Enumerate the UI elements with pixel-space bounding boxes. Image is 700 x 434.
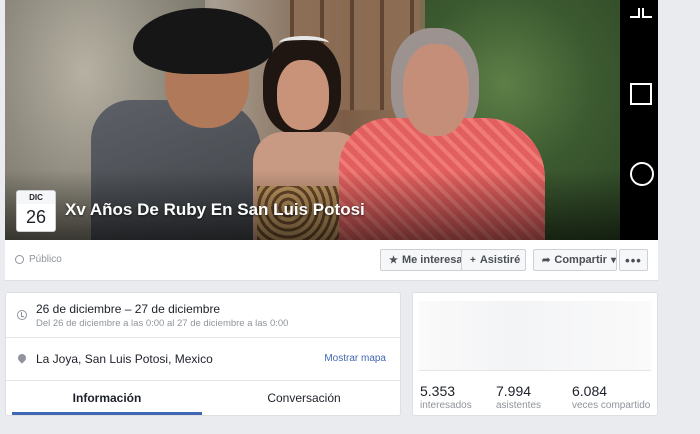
clock-icon <box>17 310 27 320</box>
event-tabs: Información Conversación <box>12 381 396 417</box>
stat-going[interactable]: 7.994 asistentes <box>496 383 541 412</box>
cover-person-hat <box>133 8 273 74</box>
event-date-badge: DIC 26 <box>16 190 56 232</box>
interested-button[interactable]: ★ Me interesa <box>380 249 463 271</box>
video-side-panel <box>620 0 658 240</box>
stat-interested[interactable]: 5.353 interesados <box>420 383 472 412</box>
event-stats-card: 5.353 interesados 7.994 asistentes 6.084… <box>412 292 658 416</box>
event-location-row: La Joya, San Luis Potosi, Mexico Mostrar… <box>6 338 400 381</box>
tab-conversation[interactable]: Conversación <box>212 381 396 415</box>
cover-person-tiara <box>279 36 329 50</box>
blurred-content <box>419 301 651 371</box>
event-location[interactable]: La Joya, San Luis Potosi, Mexico <box>36 352 213 366</box>
stat-label: asistentes <box>496 400 542 411</box>
stat-value: 6.084 <box>572 383 608 399</box>
more-options-button[interactable]: ••• <box>619 249 648 271</box>
going-label: Asistiré <box>479 254 521 266</box>
cover-person-face <box>277 60 329 130</box>
interested-label: Me interesa <box>401 254 463 266</box>
event-details-card: 26 de diciembre – 27 de diciembre Del 26… <box>5 292 401 416</box>
event-date-row: 26 de diciembre – 27 de diciembre Del 26… <box>6 293 400 338</box>
event-date-detail: Del 26 de diciembre a las 0:00 al 27 de … <box>36 318 289 329</box>
stat-label: veces compartido <box>572 400 651 411</box>
show-map-link[interactable]: Mostrar mapa <box>324 353 386 364</box>
star-icon: ★ <box>389 254 398 266</box>
share-icon: ➦ <box>542 254 551 266</box>
event-day: 26 <box>25 207 47 227</box>
stat-label: interesados <box>420 400 472 411</box>
event-action-bar: Público ★ Me interesa + Asistiré ➦ Compa… <box>5 240 658 281</box>
going-button[interactable]: + Asistiré <box>461 249 526 271</box>
event-date-range: 26 de diciembre – 27 de diciembre <box>36 302 221 316</box>
circle-icon[interactable] <box>630 162 654 186</box>
plus-icon: + <box>470 254 476 266</box>
share-button[interactable]: ➦ Compartir ▾ <box>533 249 617 271</box>
stat-value: 5.353 <box>420 383 456 399</box>
collapse-icon[interactable] <box>630 8 652 24</box>
privacy-label: Público <box>29 254 62 265</box>
tab-information[interactable]: Información <box>12 381 202 415</box>
stat-shared[interactable]: 6.084 veces compartido <box>572 383 652 412</box>
square-icon[interactable] <box>630 83 652 105</box>
event-cover-photo[interactable]: DIC 26 Xv Años De Ruby En San Luis Potos… <box>5 0 658 240</box>
share-label: Compartir <box>554 254 607 266</box>
cover-person-face <box>403 44 469 136</box>
privacy-indicator[interactable]: Público <box>15 254 62 265</box>
stat-value: 7.994 <box>496 383 532 399</box>
pin-icon <box>16 352 28 364</box>
event-title: Xv Años De Ruby En San Luis Potosi <box>65 200 365 219</box>
caret-down-icon: ▾ <box>610 254 616 266</box>
event-month: DIC <box>17 191 55 204</box>
globe-icon <box>15 255 24 264</box>
